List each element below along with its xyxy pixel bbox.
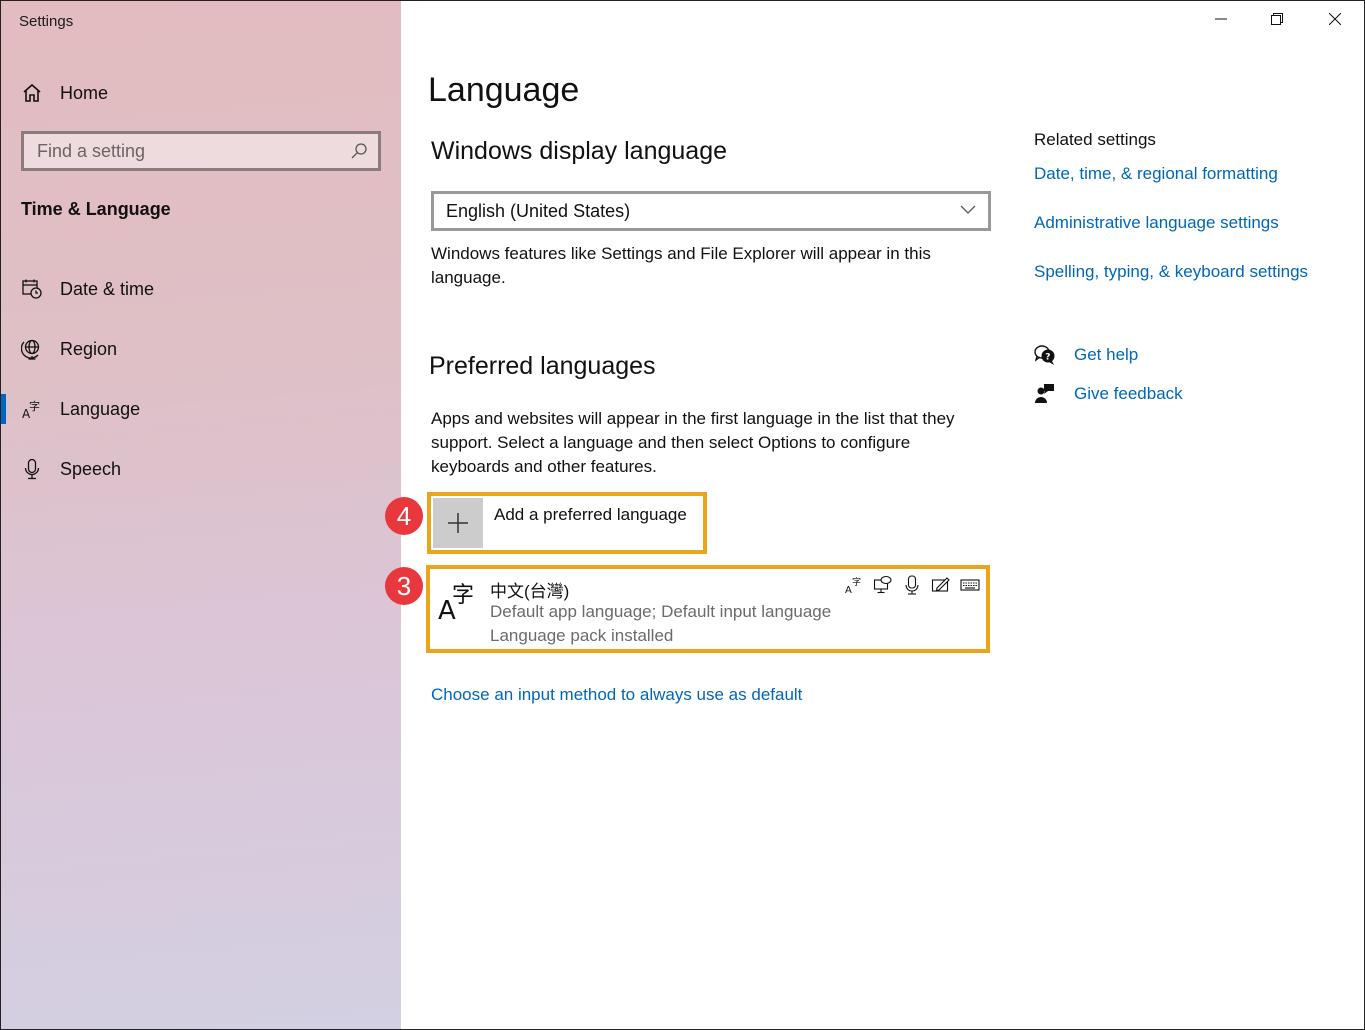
- annotation-badge: 4: [385, 497, 423, 535]
- sidebar-nav: Date & time Region A 字 Language Speech: [1, 259, 401, 499]
- help-chat-icon: ?: [1034, 344, 1056, 366]
- dropdown-value: English (United States): [446, 200, 631, 221]
- language-feature-icons: A 字: [844, 575, 980, 596]
- display-language-description: Windows features like Settings and File …: [431, 244, 931, 287]
- svg-text:字: 字: [29, 399, 40, 413]
- sidebar-item-language[interactable]: A 字 Language: [1, 379, 401, 439]
- chevron-down-icon: [960, 202, 976, 220]
- date-time-regional-link[interactable]: Date, time, & regional formatting: [1034, 164, 1278, 184]
- sidebar-item-region[interactable]: Region: [1, 319, 401, 379]
- language-name: 中文(台灣): [490, 582, 570, 601]
- annotation-badge: 3: [385, 567, 423, 605]
- page-title: Language: [428, 71, 580, 109]
- display-language-dropdown[interactable]: English (United States): [431, 191, 991, 231]
- give-feedback-link[interactable]: Give feedback: [1034, 383, 1183, 405]
- sidebar-item-label: Language: [60, 398, 141, 419]
- administrative-language-link[interactable]: Administrative language settings: [1034, 213, 1279, 233]
- preferred-languages-heading: Preferred languages: [429, 352, 656, 380]
- home-label: Home: [60, 82, 109, 103]
- calendar-clock-icon: [21, 278, 43, 300]
- globe-icon: [20, 338, 43, 360]
- language-icon: A 字: [21, 398, 43, 421]
- search-icon[interactable]: [350, 142, 368, 160]
- home-icon: [21, 82, 43, 104]
- home-nav-item[interactable]: Home: [21, 79, 108, 107]
- give-feedback-label: Give feedback: [1074, 384, 1183, 403]
- settings-window: Settings Home Time & Language: [0, 0, 1365, 1030]
- language-pack-status: Language pack installed: [490, 626, 674, 645]
- active-indicator: [1, 394, 6, 424]
- get-help-label: Get help: [1074, 345, 1139, 364]
- language-item[interactable]: A 字 中文(台灣) Default app language; Default…: [426, 565, 990, 653]
- preferred-languages-description: Apps and websites will appear in the fir…: [431, 409, 955, 476]
- svg-text:A: A: [845, 585, 852, 595]
- add-language-label: Add a preferred language: [494, 505, 687, 524]
- sidebar-item-label: Region: [60, 338, 118, 359]
- section-title: Time & Language: [21, 199, 171, 219]
- choose-input-method-link[interactable]: Choose an input method to always use as …: [431, 685, 802, 705]
- sidebar-item-speech[interactable]: Speech: [1, 439, 401, 499]
- search-box[interactable]: [21, 131, 381, 171]
- language-status: Default app language; Default input lang…: [490, 602, 832, 621]
- svg-text:字: 字: [852, 576, 861, 588]
- microphone-icon: [21, 458, 43, 480]
- add-preferred-language-button[interactable]: Add a preferred language: [427, 492, 707, 554]
- app-title: Settings: [19, 13, 74, 30]
- spelling-typing-keyboard-link[interactable]: Spelling, typing, & keyboard settings: [1034, 262, 1308, 282]
- svg-text:字: 字: [452, 583, 474, 608]
- search-input[interactable]: [37, 140, 350, 162]
- display-language-heading: Windows display language: [431, 137, 728, 165]
- svg-text:?: ?: [1045, 353, 1050, 363]
- sidebar: Settings Home Time & Language: [1, 1, 401, 1029]
- handwriting-icon: [931, 575, 951, 595]
- sidebar-item-label: Date & time: [60, 278, 155, 299]
- plus-icon: [433, 498, 483, 548]
- display-language-icon: A 字: [844, 575, 864, 596]
- get-help-link[interactable]: ? Get help: [1034, 344, 1138, 366]
- sidebar-item-date-time[interactable]: Date & time: [1, 259, 401, 319]
- speech-recognition-icon: [902, 575, 922, 595]
- main-content: Language Windows display language Englis…: [385, 1, 1364, 1029]
- related-settings-title: Related settings: [1034, 130, 1156, 149]
- keyboard-icon: [960, 575, 980, 595]
- text-to-speech-icon: [873, 575, 893, 595]
- language-icon: A 字: [436, 579, 476, 626]
- feedback-icon: [1034, 383, 1056, 405]
- sidebar-item-label: Speech: [60, 458, 122, 479]
